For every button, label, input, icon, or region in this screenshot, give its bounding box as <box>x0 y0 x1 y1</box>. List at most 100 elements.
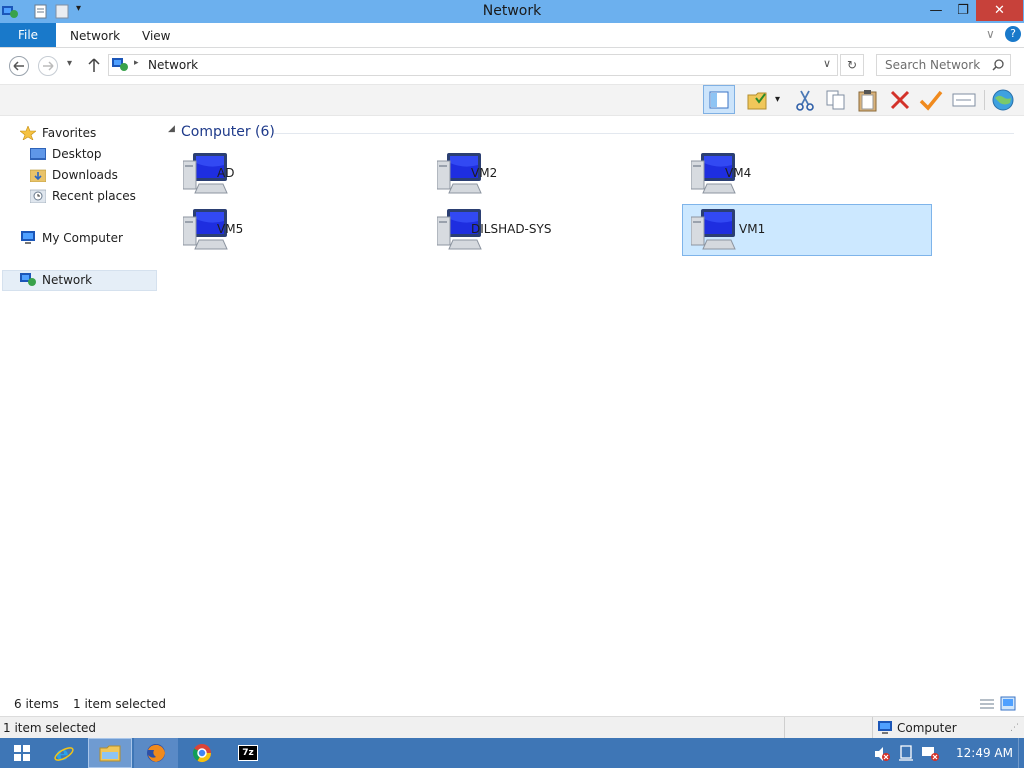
content-area: ◢ Computer (6) AD VM2 VM4 VM5 DILSHAD-SY… <box>162 116 1024 694</box>
nav-network[interactable]: Network <box>20 270 92 290</box>
status-bar: 6 items 1 item selected <box>0 694 1024 715</box>
title-bar: ▾ Network — ❐ ✕ <box>0 0 1024 23</box>
network-globe-icon <box>992 89 1014 111</box>
computer-item-vm2[interactable]: VM2 <box>422 148 672 200</box>
address-bar[interactable]: ▸ Network ∨ <box>108 54 838 76</box>
nav-my-computer-label: My Computer <box>42 231 123 245</box>
cut-button[interactable] <box>792 88 818 112</box>
taskbar-firefox[interactable] <box>134 738 178 768</box>
refresh-button[interactable]: ↻ <box>840 54 864 76</box>
show-desktop-button[interactable] <box>1018 738 1024 768</box>
recent-locations-icon[interactable]: ▾ <box>67 58 72 69</box>
group-collapse-icon[interactable]: ◢ <box>168 124 175 134</box>
computer-icon <box>691 209 736 250</box>
search-input[interactable]: Search Network <box>885 58 980 72</box>
resize-grip-icon[interactable]: ⋰ <box>1010 723 1019 733</box>
selected-count: 1 item selected <box>73 697 167 711</box>
taskbar-7zip[interactable]: 7z <box>226 738 270 768</box>
cut-icon <box>796 90 814 111</box>
start-button[interactable] <box>0 738 44 768</box>
computer-item-ad[interactable]: AD <box>168 148 418 200</box>
taskbar-internet-explorer[interactable]: e <box>42 738 86 768</box>
properties-dropdown-icon[interactable]: ▾ <box>775 94 780 105</box>
nav-my-computer[interactable]: My Computer <box>20 228 123 248</box>
details-view-icon[interactable] <box>979 697 995 711</box>
minimize-button[interactable]: — <box>922 0 950 21</box>
delete-icon <box>890 90 910 110</box>
check-icon <box>919 90 943 111</box>
help-icon[interactable]: ? <box>1005 26 1021 42</box>
taskbar-file-explorer[interactable] <box>88 738 132 768</box>
breadcrumb-network[interactable]: Network <box>148 58 198 72</box>
star-icon <box>20 126 36 140</box>
network-icon <box>20 273 36 286</box>
computer-icon <box>878 721 892 734</box>
delete-button[interactable] <box>887 88 913 112</box>
address-dropdown-icon[interactable]: ∨ <box>823 57 831 70</box>
search-box[interactable]: Search Network <box>876 54 1011 76</box>
file-explorer-icon <box>99 745 121 762</box>
7zip-icon: 7z <box>238 745 258 761</box>
nav-desktop[interactable]: Desktop <box>30 144 102 164</box>
ribbon-expand-icon[interactable]: ∨ <box>986 27 995 41</box>
nav-network-label: Network <box>42 273 93 287</box>
preview-pane-button[interactable] <box>703 85 735 114</box>
details-selected: 1 item selected <box>3 721 97 735</box>
tab-file[interactable]: File <box>0 23 56 47</box>
clock[interactable]: 12:49 AM <box>956 746 1013 760</box>
network-disconnected-icon[interactable] <box>922 745 940 762</box>
details-bar: 1 item selected Computer ⋰ <box>0 716 1024 739</box>
recent-places-icon <box>30 189 46 203</box>
tab-network[interactable]: Network <box>70 29 120 43</box>
navigation-pane: Favorites Desktop Downloads Recent place… <box>0 116 162 694</box>
computer-item-label: AD <box>217 166 235 180</box>
tab-view[interactable]: View <box>142 29 170 43</box>
nav-favorites[interactable]: Favorites <box>20 123 96 143</box>
computer-item-label: VM2 <box>471 166 498 180</box>
volume-muted-icon[interactable] <box>874 746 890 762</box>
copy-button[interactable] <box>823 88 849 112</box>
nav-favorites-label: Favorites <box>42 126 97 140</box>
group-title[interactable]: Computer (6) <box>181 124 275 140</box>
computer-item-label: VM1 <box>739 222 766 236</box>
back-arrow-icon <box>13 61 24 71</box>
back-button[interactable] <box>9 56 29 76</box>
check-button[interactable] <box>918 88 944 112</box>
nav-downloads[interactable]: Downloads <box>30 165 118 185</box>
nav-recent-places[interactable]: Recent places <box>30 186 136 206</box>
computer-item-label: VM4 <box>725 166 752 180</box>
downloads-folder-icon <box>30 169 46 182</box>
paste-button[interactable] <box>855 88 881 112</box>
nav-downloads-label: Downloads <box>52 168 118 182</box>
command-toolbar: ▾ <box>0 84 1024 116</box>
up-arrow-icon[interactable] <box>88 57 100 73</box>
window-title: Network <box>482 3 542 19</box>
computer-item-vm5[interactable]: VM5 <box>168 204 418 256</box>
computer-item-vm1[interactable]: VM1 <box>682 204 932 256</box>
nav-desktop-label: Desktop <box>52 147 102 161</box>
desktop-icon <box>30 148 46 160</box>
forward-button[interactable] <box>38 56 58 76</box>
properties-icon <box>747 92 767 110</box>
close-button[interactable]: ✕ <box>976 0 1023 21</box>
computer-item-dilshad-sys[interactable]: DILSHAD-SYS <box>422 204 672 256</box>
restore-button[interactable]: ❐ <box>950 0 976 21</box>
ribbon-tabs: File Network View ∨ ? <box>0 23 1024 48</box>
taskbar: e 7z 12:49 AM <box>0 738 1024 768</box>
details-divider <box>784 717 785 739</box>
computer-item-vm4[interactable]: VM4 <box>676 148 926 200</box>
taskbar-chrome[interactable] <box>180 738 224 768</box>
large-icons-view-icon[interactable] <box>1000 696 1016 711</box>
details-divider <box>872 717 873 739</box>
search-icon[interactable] <box>992 59 1004 71</box>
network-icon <box>112 58 128 71</box>
properties-button[interactable] <box>744 88 770 112</box>
computer-icon <box>21 231 35 244</box>
windows-start-icon <box>14 745 30 761</box>
action-center-icon[interactable] <box>898 745 914 761</box>
network-globe-button[interactable] <box>990 88 1016 112</box>
breadcrumb-chevron-icon[interactable]: ▸ <box>134 58 139 68</box>
preview-pane-icon <box>709 91 729 108</box>
paste-icon <box>858 90 877 112</box>
rename-button[interactable] <box>951 88 977 112</box>
